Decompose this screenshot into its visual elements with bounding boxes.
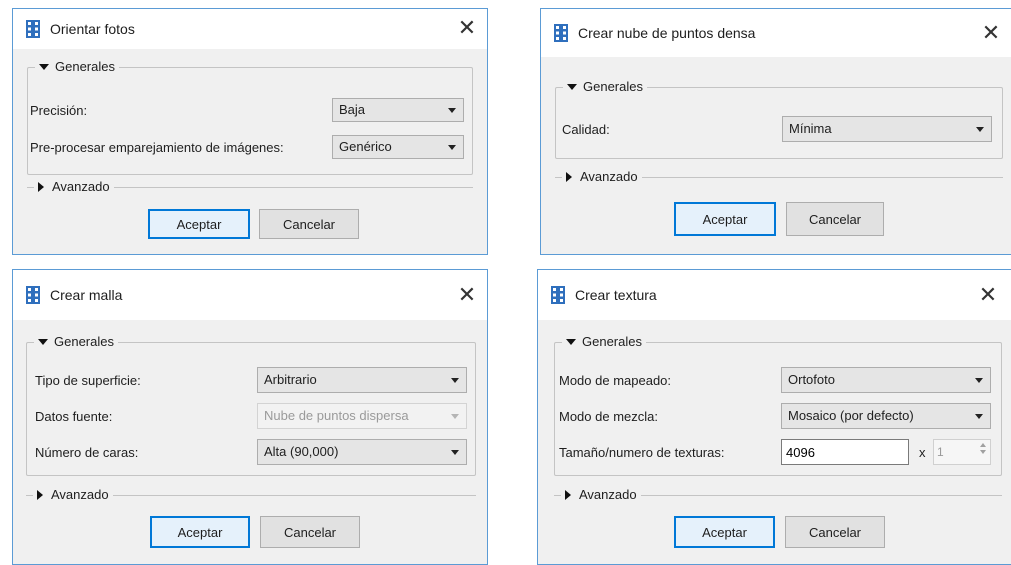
spinner-arrows-icon[interactable] — [980, 443, 987, 454]
advanced-toggle[interactable]: Avanzado — [34, 179, 114, 195]
face-count-label: Número de caras: — [35, 445, 139, 460]
source-data-select: Nube de puntos dispersa — [257, 403, 467, 429]
triangle-right-icon — [37, 490, 43, 500]
surface-type-select[interactable]: Arbitrario — [257, 367, 467, 393]
general-group-toggle[interactable]: Generales — [35, 59, 119, 75]
advanced-toggle[interactable]: Avanzado — [561, 487, 641, 503]
triangle-right-icon — [566, 172, 572, 182]
advanced-toggle[interactable]: Avanzado — [562, 169, 642, 185]
close-icon[interactable]: ✕ — [971, 9, 1011, 57]
quality-value: Mínima — [789, 121, 832, 136]
triangle-right-icon — [38, 182, 44, 192]
cancel-button[interactable]: Cancelar — [260, 516, 360, 548]
film-strip-icon — [551, 286, 565, 304]
dialog-crear-textura: Crear textura ✕ Generales Modo de mapead… — [537, 269, 1011, 565]
close-icon[interactable]: ✕ — [447, 270, 487, 320]
triangle-down-icon — [567, 84, 577, 90]
general-group: Generales Tipo de superficie: Arbitrario… — [26, 334, 476, 476]
dialog-title: Crear nube de puntos densa — [578, 25, 756, 41]
texture-size-input[interactable] — [781, 439, 909, 465]
general-group: Generales Modo de mapeado: Ortofoto Modo… — [554, 334, 1002, 476]
source-data-value: Nube de puntos dispersa — [264, 408, 409, 423]
dialog-orientar-fotos: Orientar fotos ✕ Generales Precisión: Ba… — [12, 8, 488, 255]
blend-mode-select[interactable]: Mosaico (por defecto) — [781, 403, 991, 429]
blend-mode-label: Modo de mezcla: — [559, 409, 658, 424]
advanced-label: Avanzado — [51, 487, 109, 502]
accept-button[interactable]: Aceptar — [148, 209, 250, 239]
film-strip-icon — [26, 286, 40, 304]
accept-button[interactable]: Aceptar — [674, 516, 775, 548]
advanced-section: Avanzado — [26, 487, 476, 503]
mapping-mode-value: Ortofoto — [788, 372, 835, 387]
chevron-down-icon — [975, 414, 983, 419]
advanced-label: Avanzado — [579, 487, 637, 502]
general-group-label: Generales — [55, 59, 115, 74]
title-bar: Crear nube de puntos densa ✕ — [541, 9, 1011, 57]
texture-size-label: Tamaño/numero de texturas: — [559, 445, 725, 460]
advanced-section: Avanzado — [555, 169, 1003, 185]
times-symbol: x — [919, 445, 926, 460]
cancel-button[interactable]: Cancelar — [259, 209, 359, 239]
triangle-down-icon — [39, 64, 49, 70]
accept-button[interactable]: Aceptar — [150, 516, 250, 548]
chevron-down-icon — [976, 127, 984, 132]
quality-select[interactable]: Mínima — [782, 116, 992, 142]
source-data-label: Datos fuente: — [35, 409, 113, 424]
cancel-button[interactable]: Cancelar — [785, 516, 885, 548]
general-group-toggle[interactable]: Generales — [34, 334, 118, 350]
general-group-toggle[interactable]: Generales — [563, 79, 647, 95]
advanced-toggle[interactable]: Avanzado — [33, 487, 113, 503]
surface-type-label: Tipo de superficie: — [35, 373, 141, 388]
advanced-section: Avanzado — [554, 487, 1002, 503]
close-icon[interactable]: ✕ — [968, 270, 1008, 320]
triangle-down-icon — [38, 339, 48, 345]
title-bar: Crear malla ✕ — [13, 270, 487, 320]
advanced-label: Avanzado — [580, 169, 638, 184]
title-bar: Crear textura ✕ — [538, 270, 1011, 320]
precision-select[interactable]: Baja — [332, 98, 464, 122]
title-bar: Orientar fotos ✕ — [13, 9, 487, 49]
triangle-down-icon — [566, 339, 576, 345]
dialog-title: Crear textura — [575, 287, 657, 303]
general-group: Generales Calidad: Mínima — [555, 79, 1003, 159]
advanced-section: Avanzado — [27, 179, 473, 195]
general-group: Generales Precisión: Baja Pre-procesar e… — [27, 59, 473, 175]
dialog-title: Orientar fotos — [50, 21, 135, 37]
texture-count-value: 1 — [937, 445, 944, 459]
blend-mode-value: Mosaico (por defecto) — [788, 408, 914, 423]
general-group-label: Generales — [54, 334, 114, 349]
quality-label: Calidad: — [562, 122, 610, 137]
texture-count-spinbox[interactable]: 1 — [933, 439, 991, 465]
dialog-crear-nube: Crear nube de puntos densa ✕ Generales C… — [540, 8, 1011, 255]
mapping-mode-label: Modo de mapeado: — [559, 373, 672, 388]
close-icon[interactable]: ✕ — [447, 9, 487, 49]
general-group-label: Generales — [582, 334, 642, 349]
accept-button[interactable]: Aceptar — [674, 202, 776, 236]
dialog-crear-malla: Crear malla ✕ Generales Tipo de superfic… — [12, 269, 488, 565]
preprocess-select[interactable]: Genérico — [332, 135, 464, 159]
film-strip-icon — [554, 24, 568, 42]
general-group-toggle[interactable]: Generales — [562, 334, 646, 350]
precision-label: Precisión: — [30, 103, 88, 118]
face-count-value: Alta (90,000) — [264, 444, 339, 459]
film-strip-icon — [26, 20, 40, 38]
chevron-down-icon — [448, 108, 456, 113]
cancel-button[interactable]: Cancelar — [786, 202, 884, 236]
advanced-label: Avanzado — [52, 179, 110, 194]
dialog-title: Crear malla — [50, 287, 123, 303]
chevron-down-icon — [448, 145, 456, 150]
chevron-down-icon — [451, 414, 459, 419]
preprocess-value: Genérico — [339, 139, 392, 154]
preprocess-label: Pre-procesar emparejamiento de imágenes: — [30, 140, 284, 155]
mapping-mode-select[interactable]: Ortofoto — [781, 367, 991, 393]
general-group-label: Generales — [583, 79, 643, 94]
triangle-right-icon — [565, 490, 571, 500]
precision-value: Baja — [339, 102, 366, 117]
chevron-down-icon — [451, 450, 459, 455]
chevron-down-icon — [451, 378, 459, 383]
surface-type-value: Arbitrario — [264, 372, 317, 387]
chevron-down-icon — [975, 378, 983, 383]
face-count-select[interactable]: Alta (90,000) — [257, 439, 467, 465]
